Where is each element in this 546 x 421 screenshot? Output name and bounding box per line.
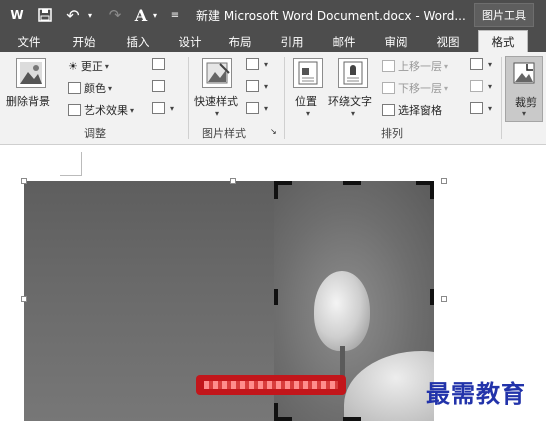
resize-handle[interactable] [21, 296, 27, 302]
send-backward-button[interactable]: 下移一层 ▾ [382, 80, 448, 96]
color-icon [68, 82, 81, 94]
resize-handle[interactable] [441, 178, 447, 184]
crop-handle[interactable] [430, 289, 434, 305]
tab-references[interactable]: 引用 [270, 32, 314, 52]
blurred-red-banner [196, 375, 346, 395]
resize-handle[interactable] [21, 178, 27, 184]
artistic-effects-icon [68, 104, 81, 116]
crop-handle[interactable] [274, 289, 278, 305]
undo-dropdown-icon[interactable]: ▾ [84, 4, 96, 26]
wrap-text-button[interactable]: 环绕文字 [328, 93, 372, 109]
chevron-down-icon: ▾ [108, 83, 113, 93]
crop-label: 裁剪 [515, 96, 537, 109]
rotate-icon[interactable]: ▾ [470, 102, 492, 114]
bring-forward-icon [382, 60, 395, 72]
position-button[interactable]: 位置 [295, 93, 317, 109]
position-dropdown-icon[interactable]: ▾ [304, 109, 310, 118]
crop-icon [513, 62, 535, 84]
group-label-adjust: 调整 [84, 127, 106, 140]
crop-handle[interactable] [274, 417, 292, 421]
crop-handle[interactable] [430, 181, 434, 199]
remove-background-button[interactable]: 删除背景 [6, 93, 50, 109]
word-window: W ↶ ▾ ↷ A ▾ ≡ 新建 Microsoft Word Document… [0, 0, 546, 421]
title-bar: W ↶ ▾ ↷ A ▾ ≡ 新建 Microsoft Word Document… [0, 0, 546, 30]
group-label-picture-styles: 图片样式 [202, 127, 246, 140]
send-backward-icon [382, 82, 395, 94]
selected-picture[interactable] [24, 181, 434, 421]
chevron-down-icon: ▾ [104, 61, 109, 71]
window-title: 新建 Microsoft Word Document.docx - Word..… [196, 9, 466, 23]
save-icon[interactable] [34, 4, 56, 26]
corrections-button[interactable]: ☀ 更正 ▾ [68, 58, 109, 74]
tab-file[interactable]: 文件 [8, 32, 50, 52]
remove-background-icon [16, 58, 46, 88]
quick-styles-icon [202, 58, 232, 88]
bring-forward-label: 上移一层 [398, 60, 442, 73]
group-divider [284, 57, 285, 139]
font-icon[interactable]: A [130, 4, 152, 26]
crop-button[interactable]: 裁剪 ▾ [505, 56, 543, 122]
artistic-effects-button[interactable]: 艺术效果 ▾ [68, 102, 134, 118]
chevron-down-icon: ▾ [444, 83, 449, 93]
group-icon[interactable]: ▾ [470, 80, 492, 92]
compress-pictures-icon[interactable] [152, 58, 168, 70]
bring-forward-button[interactable]: 上移一层 ▾ [382, 58, 448, 74]
picture-effects-icon[interactable]: ▾ [246, 80, 268, 92]
tab-insert[interactable]: 插入 [116, 32, 160, 52]
lotus-leaf [344, 351, 434, 421]
selection-pane-label: 选择窗格 [398, 104, 442, 117]
dialog-launcher-icon[interactable]: ↘ [270, 127, 277, 136]
quick-styles-dropdown-icon[interactable]: ▾ [213, 109, 219, 118]
send-backward-label: 下移一层 [398, 82, 442, 95]
group-divider [501, 57, 502, 139]
ribbon: 删除背景 ☀ 更正 ▾ 颜色 ▾ 艺术效果 ▾ ▾ 调整 快速样式 ▾ ▾ ▾ … [0, 52, 546, 145]
artistic-effects-label: 艺术效果 [84, 104, 128, 117]
tab-design[interactable]: 设计 [168, 32, 212, 52]
lotus-bud [314, 271, 370, 351]
tab-review[interactable]: 审阅 [374, 32, 418, 52]
crop-handle[interactable] [343, 181, 361, 185]
color-button[interactable]: 颜色 ▾ [68, 80, 112, 96]
picture-tools-label: 图片工具 [474, 3, 534, 27]
picture-layout-icon[interactable]: ▾ [246, 102, 268, 114]
align-icon[interactable]: ▾ [470, 58, 492, 70]
tab-view[interactable]: 视图 [426, 32, 470, 52]
customize-toolbar-icon[interactable]: ≡ [168, 4, 182, 26]
resize-handle[interactable] [441, 296, 447, 302]
resize-handle[interactable] [230, 178, 236, 184]
chevron-down-icon: ▾ [130, 105, 135, 115]
selection-pane-icon [382, 104, 395, 116]
quick-styles-button[interactable]: 快速样式 [194, 93, 238, 109]
picture-border-icon[interactable]: ▾ [246, 58, 268, 70]
tab-format[interactable]: 格式 [478, 30, 528, 52]
redo-icon[interactable]: ↷ [104, 4, 126, 26]
crop-handle[interactable] [274, 181, 278, 199]
ribbon-tabs: 文件 开始 插入 设计 布局 引用 邮件 审阅 视图 格式 [0, 30, 546, 52]
font-dropdown-icon[interactable]: ▾ [150, 4, 160, 26]
watermark-logo: 最需教育 [426, 379, 526, 408]
page-margin-marker [60, 152, 82, 176]
word-app-icon: W [10, 8, 24, 22]
wrap-text-icon [338, 58, 368, 88]
undo-icon[interactable]: ↶ [62, 4, 84, 26]
group-divider [188, 57, 189, 139]
change-picture-icon[interactable] [152, 80, 168, 92]
selection-pane-button[interactable]: 选择窗格 [382, 102, 442, 118]
corrections-label: 更正 [80, 60, 103, 73]
color-label: 颜色 [84, 82, 106, 95]
tab-mailings[interactable]: 邮件 [322, 32, 366, 52]
sun-icon: ☀ [68, 59, 78, 73]
position-icon [293, 58, 323, 88]
group-label-arrange: 排列 [381, 127, 403, 140]
tab-layout[interactable]: 布局 [218, 32, 262, 52]
crop-dropdown-icon: ▾ [522, 109, 527, 118]
tab-home[interactable]: 开始 [62, 32, 106, 52]
crop-handle[interactable] [343, 417, 361, 421]
reset-picture-icon[interactable]: ▾ [152, 102, 174, 114]
chevron-down-icon: ▾ [444, 61, 449, 71]
wrap-text-dropdown-icon[interactable]: ▾ [349, 109, 355, 118]
